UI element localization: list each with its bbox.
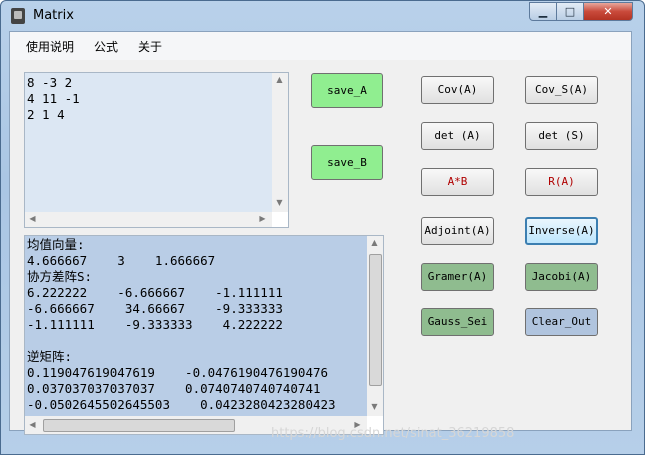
gauss-sei-button[interactable]: Gauss_Sei (421, 308, 494, 336)
scroll-left-arrow-icon[interactable]: ◀ (25, 418, 40, 432)
watermark-text: https://blog.csdn.net/sinat_36219858 (271, 426, 515, 441)
scroll-down-arrow-icon[interactable]: ▼ (367, 400, 382, 414)
adjoint-a-button[interactable]: Adjoint(A) (421, 217, 494, 245)
save-a-button[interactable]: save_A (311, 73, 383, 108)
output-vertical-scrollbar[interactable]: ▲ ▼ (367, 236, 383, 416)
scroll-up-arrow-icon[interactable]: ▲ (367, 236, 382, 250)
scroll-thumb[interactable] (369, 254, 382, 386)
scroll-thumb[interactable] (43, 419, 235, 432)
matrix-input-horizontal-scrollbar[interactable]: ◀ ▶ (25, 212, 272, 227)
save-b-button[interactable]: save_B (311, 145, 383, 180)
scroll-right-arrow-icon[interactable]: ▶ (255, 212, 270, 226)
app-icon (11, 8, 25, 24)
clear-out-button[interactable]: Clear_Out (525, 308, 598, 336)
window-title: Matrix (33, 8, 74, 23)
close-button[interactable]: ✕ (583, 2, 633, 21)
maximize-button[interactable]: □ (556, 2, 584, 21)
output-box: 均值向量: 4.666667 3 1.666667 协方差阵S: 6.22222… (24, 235, 384, 435)
scroll-up-arrow-icon[interactable]: ▲ (272, 73, 287, 87)
menu-item-formula[interactable]: 公式 (94, 38, 118, 55)
r-a-button[interactable]: R(A) (525, 168, 598, 196)
det-s-button[interactable]: det (S) (525, 122, 598, 150)
gramer-a-button[interactable]: Gramer(A) (421, 263, 494, 291)
scroll-left-arrow-icon[interactable]: ◀ (25, 212, 40, 226)
menu-bar: 使用说明 公式 关于 (10, 32, 631, 60)
matrix-input-field[interactable]: 8 -3 2 4 11 -1 2 1 4 (25, 73, 272, 212)
menu-item-instructions[interactable]: 使用说明 (26, 38, 74, 55)
scroll-down-arrow-icon[interactable]: ▼ (272, 196, 287, 210)
menu-item-about[interactable]: 关于 (138, 38, 162, 55)
cov-s-a-button[interactable]: Cov_S(A) (525, 76, 598, 104)
minimize-button[interactable]: ▁ (529, 2, 557, 21)
matrix-input-vertical-scrollbar[interactable]: ▲ ▼ (272, 73, 288, 212)
title-bar: Matrix ▁ □ ✕ (1, 1, 644, 31)
output-text-area[interactable]: 均值向量: 4.666667 3 1.666667 协方差阵S: 6.22222… (25, 236, 367, 416)
client-area: 使用说明 公式 关于 8 -3 2 4 11 -1 2 1 4 ▲ ▼ ◀ ▶ … (9, 31, 632, 435)
a-times-b-button[interactable]: A*B (421, 168, 494, 196)
jacobi-a-button[interactable]: Jacobi(A) (525, 263, 598, 291)
cov-a-button[interactable]: Cov(A) (421, 76, 494, 104)
inverse-a-button[interactable]: Inverse(A) (525, 217, 598, 245)
matrix-input-box: 8 -3 2 4 11 -1 2 1 4 ▲ ▼ ◀ ▶ (24, 72, 289, 228)
app-window: Matrix ▁ □ ✕ 使用说明 公式 关于 8 -3 2 4 11 -1 2… (0, 0, 645, 455)
det-a-button[interactable]: det (A) (421, 122, 494, 150)
